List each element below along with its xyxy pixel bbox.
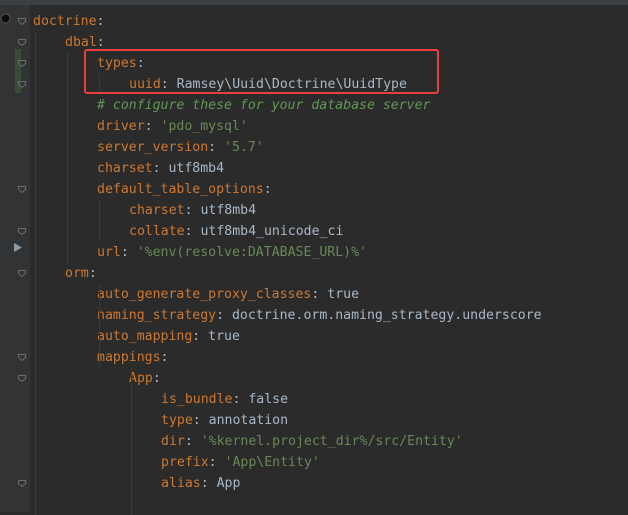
code-line[interactable]: auto_generate_proxy_classes: true bbox=[97, 284, 359, 305]
indent-guide bbox=[131, 389, 132, 515]
code-line[interactable]: charset: utf8mb4 bbox=[129, 200, 256, 221]
fold-marker-icon[interactable] bbox=[18, 227, 26, 235]
yaml-key: naming_strategy bbox=[97, 308, 217, 323]
code-line[interactable]: url: '%env(resolve:DATABASE_URL)%' bbox=[97, 242, 367, 263]
yaml-key: doctrine bbox=[33, 14, 97, 29]
indent-guide bbox=[35, 32, 36, 515]
yaml-value: true bbox=[327, 287, 360, 302]
code-line[interactable]: prefix: 'App\Entity' bbox=[161, 452, 320, 473]
code-line[interactable]: collate: utf8mb4_unicode_ci bbox=[129, 221, 343, 242]
highlight-annotation-box bbox=[84, 49, 439, 94]
code-line[interactable]: orm: bbox=[65, 263, 97, 284]
code-line[interactable]: charset: utf8mb4 bbox=[97, 158, 224, 179]
fold-marker-icon[interactable] bbox=[18, 59, 26, 67]
yaml-value: annotation bbox=[208, 413, 289, 428]
code-line[interactable]: doctrine: bbox=[33, 11, 104, 32]
code-line[interactable]: default_table_options: bbox=[97, 179, 272, 200]
yaml-comment: # configure these for your database serv… bbox=[97, 98, 431, 113]
yaml-key: url bbox=[97, 245, 121, 260]
indent-guide bbox=[99, 200, 100, 242]
code-line[interactable]: App: bbox=[129, 368, 161, 389]
fold-marker-icon[interactable] bbox=[18, 38, 26, 46]
fold-marker-icon[interactable] bbox=[18, 479, 26, 487]
yaml-separator: : bbox=[120, 245, 137, 260]
yaml-value: '%kernel.project_dir%/src/Entity' bbox=[200, 434, 463, 449]
fold-marker-icon[interactable] bbox=[18, 80, 26, 88]
yaml-value: utf8mb4_unicode_ci bbox=[200, 224, 344, 239]
yaml-separator: : bbox=[311, 287, 328, 302]
code-line[interactable]: driver: 'pdo_mysql' bbox=[97, 116, 248, 137]
code-line[interactable]: is_bundle: false bbox=[161, 389, 288, 410]
yaml-value: true bbox=[208, 329, 240, 344]
yaml-key: server_version bbox=[97, 140, 209, 155]
code-comment-line[interactable]: # configure these for your database serv… bbox=[97, 95, 430, 116]
yaml-value: false bbox=[248, 392, 289, 407]
code-line[interactable]: naming_strategy: doctrine.orm.naming_str… bbox=[97, 305, 542, 326]
code-line[interactable]: type: annotation bbox=[161, 410, 288, 431]
yaml-separator: : bbox=[88, 266, 97, 281]
yaml-value: 'pdo_mysql' bbox=[160, 119, 248, 134]
yaml-key: is_bundle bbox=[161, 392, 233, 407]
yaml-key: prefix bbox=[161, 455, 209, 470]
yaml-key: orm bbox=[65, 266, 89, 281]
code-line[interactable]: auto_mapping: true bbox=[97, 326, 240, 347]
yaml-key: charset bbox=[129, 203, 185, 218]
yaml-separator: : bbox=[263, 182, 272, 197]
yaml-key: type bbox=[161, 413, 193, 428]
yaml-key: charset bbox=[97, 161, 153, 176]
yaml-value: utf8mb4 bbox=[200, 203, 257, 218]
code-line[interactable]: server_version: '5.7' bbox=[97, 137, 264, 158]
yaml-separator: : bbox=[216, 308, 232, 323]
editor-gutter[interactable] bbox=[0, 5, 30, 512]
fold-marker-icon[interactable] bbox=[18, 374, 26, 382]
fold-marker-icon[interactable] bbox=[18, 17, 26, 25]
yaml-separator: : bbox=[160, 350, 169, 365]
code-line[interactable]: dir: '%kernel.project_dir%/src/Entity' bbox=[161, 431, 463, 452]
fold-marker-icon[interactable] bbox=[18, 269, 26, 277]
yaml-separator: : bbox=[96, 35, 105, 50]
yaml-separator: : bbox=[152, 371, 161, 386]
yaml-separator: : bbox=[152, 161, 169, 176]
yaml-separator: : bbox=[184, 203, 201, 218]
yaml-key: collate bbox=[129, 224, 185, 239]
yaml-value: utf8mb4 bbox=[168, 161, 225, 176]
yaml-key: dir bbox=[161, 434, 185, 449]
yaml-value: doctrine.orm.naming_strategy.underscore bbox=[231, 308, 542, 323]
yaml-separator: : bbox=[184, 224, 201, 239]
yaml-key: auto_generate_proxy_classes bbox=[97, 287, 312, 302]
yaml-value: '%env(resolve:DATABASE_URL)%' bbox=[136, 245, 367, 260]
yaml-separator: : bbox=[192, 329, 209, 344]
yaml-key: driver bbox=[97, 119, 145, 134]
yaml-key: alias bbox=[161, 476, 201, 491]
yaml-value: 'App\Entity' bbox=[224, 455, 320, 470]
yaml-separator: : bbox=[232, 392, 249, 407]
code-line[interactable]: mappings: bbox=[97, 347, 168, 368]
fold-marker-icon[interactable] bbox=[18, 353, 26, 361]
yaml-separator: : bbox=[184, 434, 201, 449]
yaml-separator: : bbox=[96, 14, 105, 29]
yaml-separator: : bbox=[192, 413, 209, 428]
yaml-key: auto_mapping bbox=[97, 329, 193, 344]
fold-marker-icon[interactable] bbox=[18, 185, 26, 193]
yaml-separator: : bbox=[208, 140, 225, 155]
yaml-value: App bbox=[216, 476, 241, 491]
yaml-key: App bbox=[129, 371, 153, 386]
fold-arrow-icon[interactable] bbox=[14, 241, 22, 256]
yaml-key: default_table_options bbox=[97, 182, 264, 197]
indent-guide bbox=[67, 53, 68, 263]
yaml-separator: : bbox=[200, 476, 217, 491]
indent-guide bbox=[99, 284, 100, 368]
yaml-separator: : bbox=[208, 455, 225, 470]
yaml-key: mappings bbox=[97, 350, 161, 365]
yaml-separator: : bbox=[144, 119, 161, 134]
yaml-key: dbal bbox=[65, 35, 97, 50]
breakpoint-icon[interactable] bbox=[0, 13, 11, 24]
yaml-value: '5.7' bbox=[224, 140, 264, 155]
code-line[interactable]: alias: App bbox=[161, 473, 240, 494]
